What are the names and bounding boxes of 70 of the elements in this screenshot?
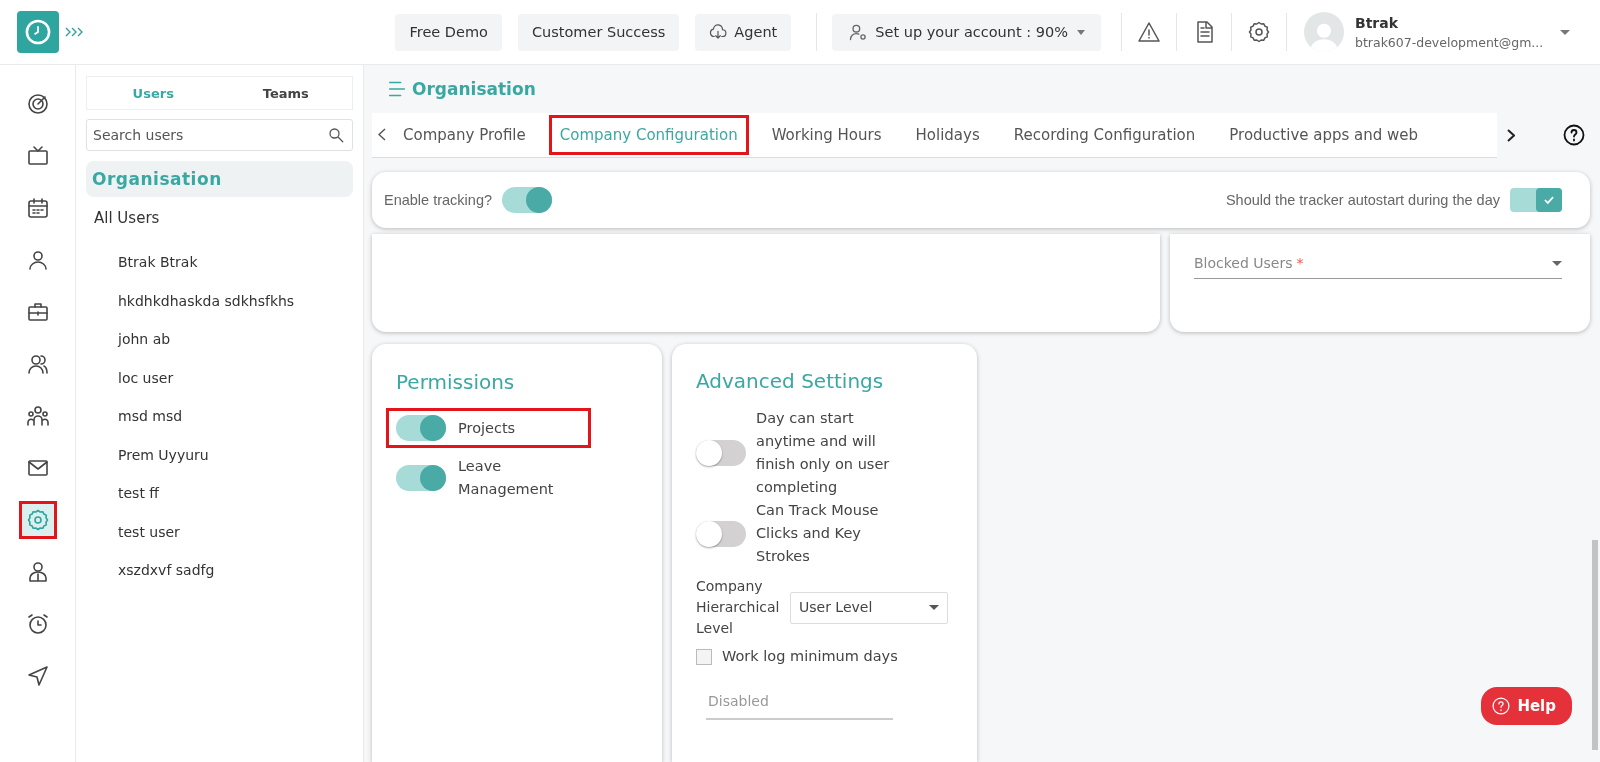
permission-label: Projects: [458, 418, 517, 438]
user-item[interactable]: xszdxvf sadfg: [118, 562, 215, 579]
caret-icon: [1552, 260, 1562, 266]
card-title: Permissions: [396, 370, 516, 394]
settings-tab[interactable]: Productive apps and web: [1218, 114, 1430, 155]
settings-icon: [1247, 20, 1271, 44]
autostart-label: Should the tracker autostart during the day: [1225, 192, 1500, 208]
nav-item[interactable]: [18, 501, 57, 539]
blocked-users-dropdown[interactable]: Blocked Users *: [1194, 248, 1562, 279]
search-field[interactable]: Search users: [86, 119, 353, 151]
caret-icon: [929, 605, 939, 610]
setting-label: Can Track Mouse Clicks and Key Strokes: [756, 501, 880, 566]
user-item[interactable]: test ff: [118, 485, 159, 502]
user-name: Btrak: [1355, 14, 1400, 31]
briefcase-icon: [25, 300, 50, 324]
settings-icon: [25, 508, 50, 532]
target-icon: [25, 92, 50, 116]
setup-account-dropdown[interactable]: Set up your account : 90%: [832, 13, 1101, 51]
team-icon: [25, 404, 50, 428]
user-item[interactable]: Prem Uyyuru: [118, 446, 209, 463]
user-item[interactable]: john ab: [118, 331, 171, 348]
user-item[interactable]: msd msd: [118, 408, 183, 425]
expand-icon[interactable]: [65, 26, 83, 38]
calendar-icon: [25, 196, 50, 220]
warning-icon: [1137, 20, 1161, 44]
people-icon: [25, 352, 50, 376]
settings-tab[interactable]: Company Profile: [392, 114, 537, 155]
checkbox-label: Work log minimum days: [722, 647, 898, 666]
header-button[interactable]: Agent: [695, 13, 792, 51]
toggle-switch[interactable]: [1510, 188, 1562, 212]
help-icon: [1562, 123, 1586, 147]
toggle-switch[interactable]: [696, 440, 746, 466]
caret-icon: [1077, 29, 1085, 35]
toggle-switch[interactable]: [396, 415, 446, 441]
page-title: Organisation: [412, 79, 536, 99]
checkbox[interactable]: [696, 648, 712, 665]
app-logo[interactable]: [17, 11, 59, 53]
cloud-download-icon: [709, 23, 728, 41]
toggle-switch[interactable]: [502, 187, 552, 213]
help-icon: [1491, 696, 1512, 716]
header-button[interactable]: Free Demo: [395, 13, 502, 51]
user-email: btrak607-development@gm...: [1355, 34, 1545, 50]
settings-tab[interactable]: Working Hours: [760, 114, 893, 155]
chevron-left-icon: [378, 128, 386, 141]
days-input-field[interactable]: Disabled: [706, 684, 893, 720]
chevron-right-icon: [1507, 128, 1515, 142]
header-button[interactable]: Customer Success: [517, 13, 680, 51]
all-users-item[interactable]: All Users: [86, 197, 353, 233]
user-item[interactable]: hkdhkdhaskda sdkhsfkhs: [118, 292, 295, 309]
user-settings-icon: [848, 22, 869, 42]
settings-tab[interactable]: Holidays: [904, 114, 991, 155]
send-icon: [25, 664, 50, 688]
card-title: Advanced Settings: [696, 370, 885, 393]
hierarchy-label: Company Hierarchical Level: [696, 577, 781, 638]
toggle-switch[interactable]: [396, 465, 446, 491]
tv-icon: [25, 144, 50, 168]
search-icon: [327, 126, 345, 144]
tracking-label: Enable tracking?: [384, 192, 492, 208]
caret-icon[interactable]: [1560, 29, 1570, 35]
permission-label: Leave Management: [458, 457, 555, 499]
alarm-clock-icon: [25, 612, 50, 636]
toggle-switch[interactable]: [696, 520, 746, 547]
user-item[interactable]: Btrak Btrak: [118, 254, 198, 271]
settings-tab[interactable]: Recording Configuration: [1002, 114, 1207, 155]
hierarchy-dropdown[interactable]: User Level: [790, 591, 948, 624]
user-item[interactable]: loc user: [118, 369, 174, 386]
user-item[interactable]: test user: [118, 523, 180, 540]
scrollbar[interactable]: [1592, 540, 1598, 750]
help-button[interactable]: Help: [1481, 687, 1572, 725]
setting-label: Day can start anytime and will finish only on user completing: [756, 409, 891, 497]
